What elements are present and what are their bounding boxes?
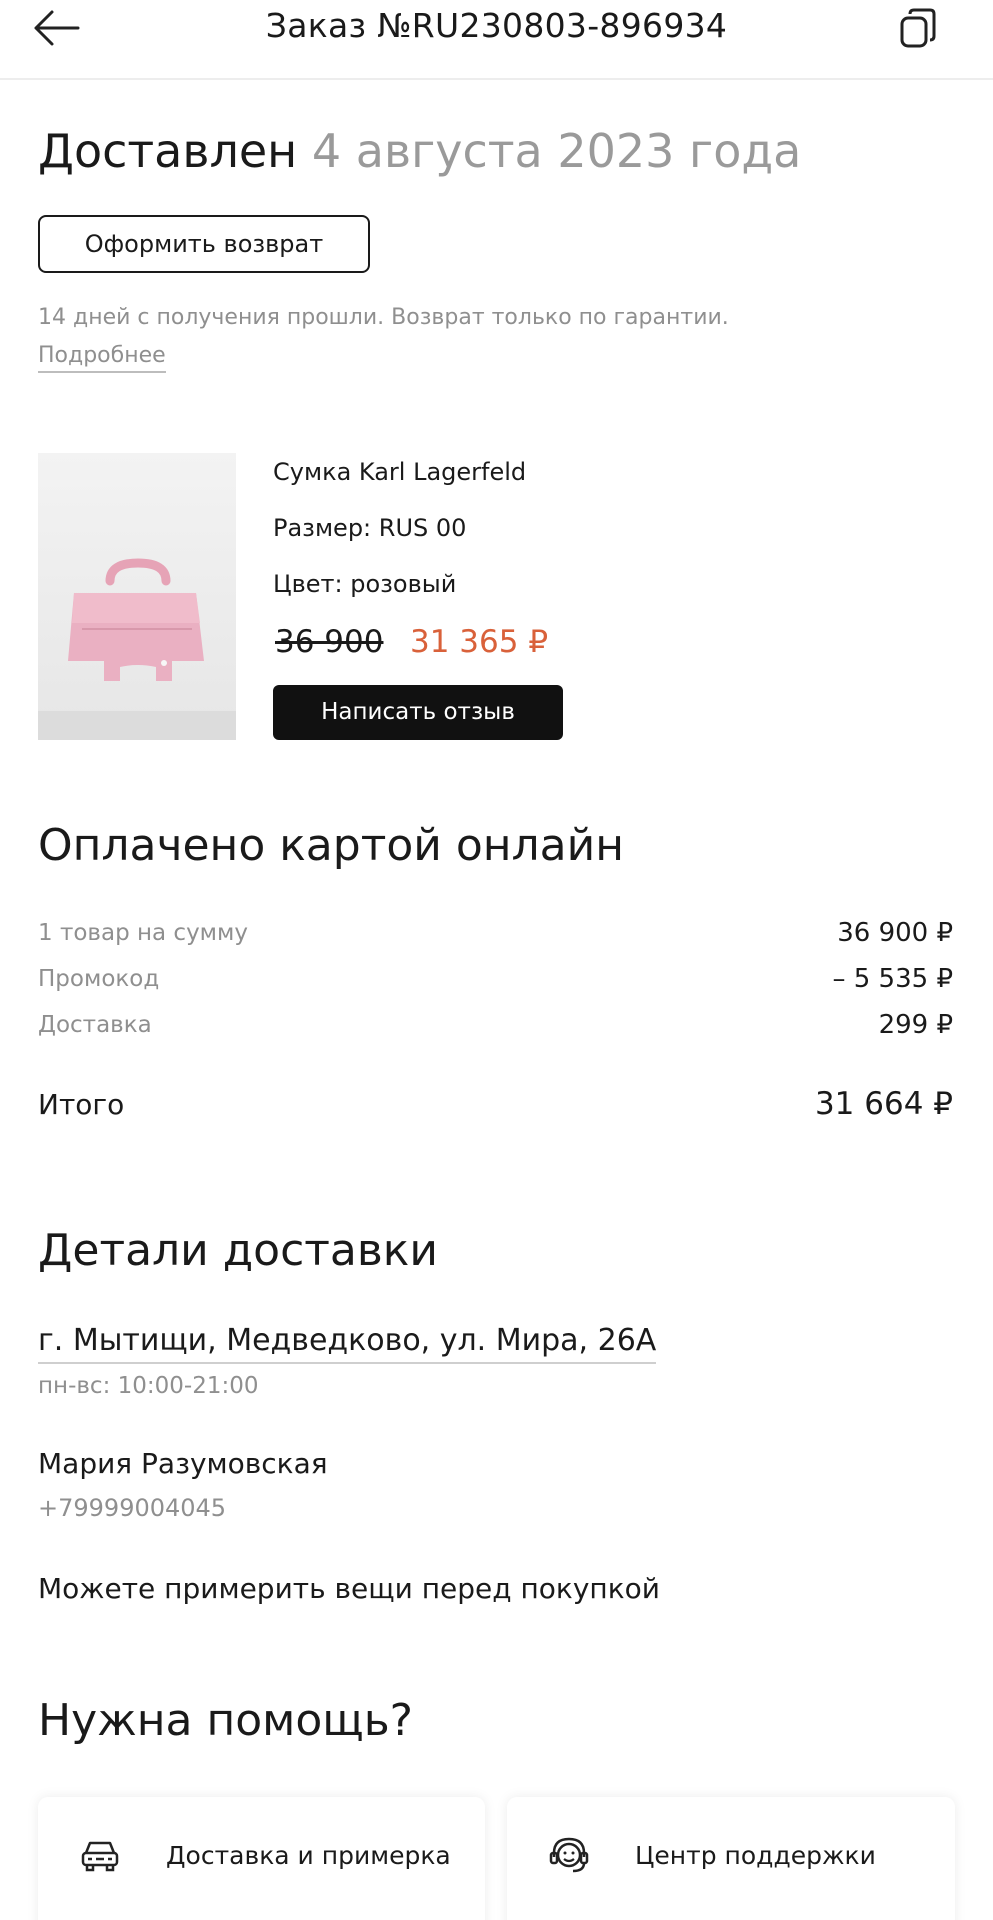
support-center-label: Центр поддержки — [635, 1841, 876, 1870]
status-label: Доставлен — [38, 124, 298, 178]
promo-value: – 5 535 ₽ — [832, 964, 953, 994]
return-button[interactable]: Оформить возврат — [38, 215, 370, 273]
payment-title: Оплачено картой онлайн — [38, 820, 624, 871]
old-price: 36 900 — [275, 624, 384, 660]
delivery-and-fitting-card[interactable]: Доставка и примерка — [38, 1797, 485, 1920]
order-status: Доставлен 4 августа 2023 года — [38, 124, 801, 178]
copy-icon — [900, 8, 936, 48]
delivery-cost-value: 299 ₽ — [878, 1010, 953, 1040]
delivery-details-title: Детали доставки — [38, 1225, 438, 1276]
status-date: 4 августа 2023 года — [311, 124, 802, 178]
try-on-note: Можете примерить вещи перед покупкой — [38, 1572, 660, 1605]
product-color: Цвет: розовый — [273, 570, 457, 598]
write-review-button[interactable]: Написать отзыв — [273, 685, 563, 740]
product-name[interactable]: Сумка Karl Lagerfeld — [273, 458, 526, 486]
new-price: 31 365 ₽ — [410, 624, 549, 660]
support-center-card[interactable]: Центр поддержки — [507, 1797, 955, 1920]
order-number-title: Заказ №RU230803-896934 — [265, 6, 728, 45]
copy-button[interactable] — [896, 6, 942, 52]
product-image[interactable] — [38, 453, 236, 740]
support-headset-icon — [549, 1837, 589, 1873]
help-title: Нужна помощь? — [38, 1695, 414, 1746]
return-note: 14 дней с получения прошли. Возврат толь… — [38, 305, 729, 330]
more-info-link[interactable]: Подробнее — [38, 343, 166, 373]
total-value: 31 664 ₽ — [814, 1086, 953, 1122]
delivery-and-fitting-label: Доставка и примерка — [166, 1841, 451, 1870]
promo-label: Промокод — [38, 966, 160, 992]
recipient-name: Мария Разумовская — [38, 1447, 328, 1480]
delivery-address-link[interactable]: г. Мытищи, Медведково, ул. Мира, 26А — [38, 1323, 657, 1364]
pickup-hours: пн-вс: 10:00-21:00 — [38, 1373, 259, 1399]
product-size: Размер: RUS 00 — [273, 514, 467, 542]
delivery-cost-label: Доставка — [38, 1012, 152, 1038]
delivery-car-icon — [81, 1841, 119, 1872]
total-label: Итого — [38, 1088, 125, 1121]
items-sum-label: 1 товар на сумму — [38, 920, 248, 946]
top-bar: Заказ №RU230803-896934 — [0, 0, 993, 80]
handbag-image — [38, 453, 236, 740]
items-sum-value: 36 900 ₽ — [837, 918, 953, 948]
recipient-phone: +79999004045 — [38, 1494, 227, 1522]
